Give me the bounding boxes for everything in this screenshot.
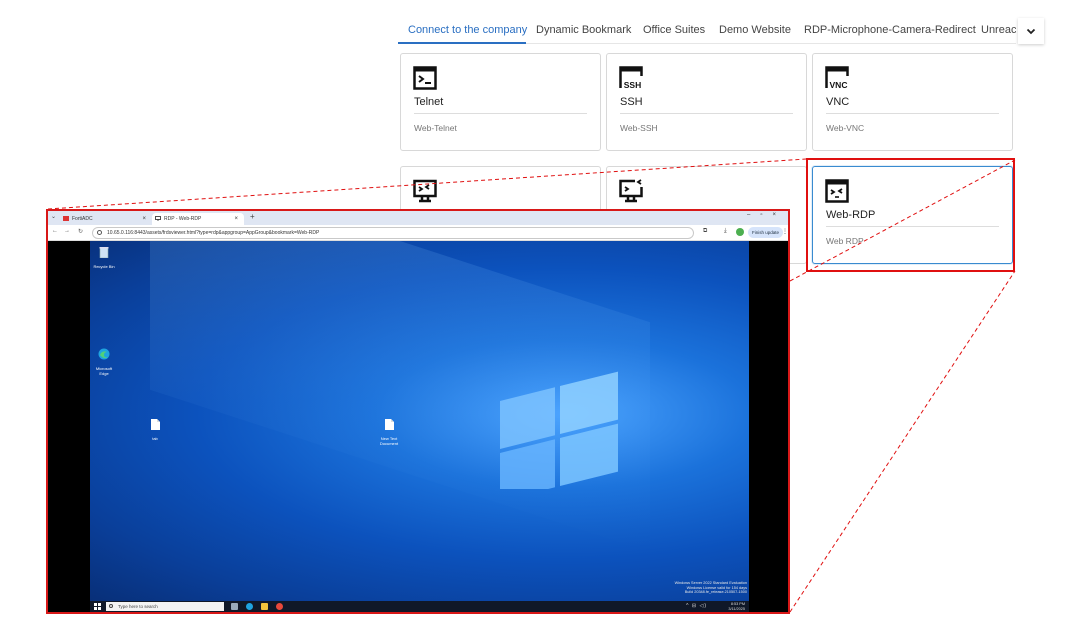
- browser-tab-bar: ⌄ FortiADC × RDP - Web-RDP × + –▫×: [48, 211, 788, 225]
- task-view-icon[interactable]: [231, 603, 238, 610]
- clock-time: 8:53 PM: [730, 602, 745, 606]
- browser-toolbar: ← → ↻ 10.65.0.116:8443/assets/frdsviewer…: [48, 225, 788, 241]
- close-tab-icon[interactable]: ×: [142, 213, 146, 225]
- profile-avatar[interactable]: [736, 228, 744, 236]
- minimize-icon[interactable]: –: [747, 212, 760, 218]
- reload-icon[interactable]: ↻: [78, 228, 83, 235]
- remote-desktop-viewport[interactable]: Recycle Bin Microsoft Edge tab New Text …: [48, 241, 788, 612]
- desktop-icon-edge[interactable]: Microsoft Edge: [91, 347, 117, 376]
- taskbar-edge-icon[interactable]: [246, 603, 253, 610]
- chrome-icon[interactable]: [276, 603, 283, 610]
- card-subtitle: Web-Telnet: [414, 123, 457, 133]
- back-icon[interactable]: ←: [52, 228, 58, 234]
- desktop-icon-new-text-document[interactable]: New Text Document: [376, 417, 402, 446]
- browser-tab-label: FortiADC: [72, 216, 93, 222]
- taskbar-search-placeholder: Type here to search: [118, 604, 158, 609]
- remote-desktop-icon: [619, 179, 643, 203]
- bookmark-tabs: Connect to the company Dynamic Bookmark …: [398, 18, 1016, 44]
- card-divider: [620, 113, 793, 114]
- system-tray-icons[interactable]: ^ ⊟ ◁): [686, 603, 707, 609]
- windows-desktop[interactable]: Recycle Bin Microsoft Edge tab New Text …: [90, 241, 749, 601]
- extensions-icon[interactable]: ⧉: [703, 228, 707, 235]
- address-bar[interactable]: 10.65.0.116:8443/assets/frdsviewer.html?…: [92, 227, 694, 239]
- edge-icon: [98, 348, 110, 360]
- browser-tab-label: RDP - Web-RDP: [164, 216, 202, 222]
- card-subtitle: Web-SSH: [620, 123, 658, 133]
- vnc-icon-text: VNC: [830, 80, 848, 90]
- document-icon: [150, 419, 160, 430]
- selection-highlight: [806, 158, 1015, 272]
- desktop-icon-label: New Text Document: [379, 436, 399, 446]
- file-explorer-icon[interactable]: [261, 603, 268, 610]
- taskbar-clock[interactable]: 8:53 PM 3/11/2025: [728, 602, 745, 611]
- terminal-icon: [413, 66, 437, 90]
- vnc-terminal-icon: VNC: [825, 66, 849, 90]
- clock-date: 3/11/2025: [728, 606, 745, 611]
- desktop-icon-label: Recycle Bin: [93, 264, 115, 269]
- monitor-favicon: [155, 216, 161, 221]
- tab-strip: Connect to the company Dynamic Bookmark …: [398, 18, 1016, 44]
- windows-logo-wallpaper: [500, 371, 618, 489]
- card-divider: [826, 113, 999, 114]
- card-title: SSH: [620, 96, 643, 108]
- browser-tab-fortiadc[interactable]: FortiADC ×: [60, 213, 152, 225]
- desktop-icon-label: Microsoft Edge: [95, 366, 113, 376]
- tab-rdp-microphone-camera-redirect[interactable]: RDP-Microphone-Camera-Redirect: [804, 24, 976, 36]
- desktop-icon-tab[interactable]: tab: [142, 417, 168, 441]
- watermark-line: Build 20348.fe_release.210507-1500: [684, 590, 747, 595]
- desktop-icon-recycle-bin[interactable]: Recycle Bin: [91, 245, 117, 269]
- tab-connect-to-the-company[interactable]: Connect to the company: [408, 24, 527, 36]
- bookmark-card-ssh[interactable]: SSH SSH Web-SSH: [606, 53, 807, 151]
- card-divider: [414, 113, 587, 114]
- site-info-icon[interactable]: [97, 230, 102, 235]
- browser-menu-icon[interactable]: ⋮: [782, 228, 788, 235]
- windows-taskbar: Type here to search ^ ⊟ ◁) 8:53 PM 3/11/…: [90, 601, 749, 612]
- chevron-down-icon: [1026, 28, 1036, 35]
- card-subtitle: Web-VNC: [826, 123, 865, 133]
- card-title: VNC: [826, 96, 850, 108]
- browser-window-screenshot: ⌄ FortiADC × RDP - Web-RDP × + –▫× ← → ↻…: [46, 209, 790, 614]
- desktop-icon-label: tab: [152, 436, 158, 441]
- tab-office-suites[interactable]: Office Suites: [643, 24, 705, 36]
- windows-evaluation-watermark: Windows Server 2022 Standard Evaluation …: [675, 581, 747, 595]
- browser-tab-web-rdp[interactable]: RDP - Web-RDP ×: [152, 213, 244, 225]
- windows-start-icon[interactable]: [94, 603, 101, 610]
- tab-unreachable[interactable]: Unreachable: [981, 24, 1016, 36]
- bookmark-card-vnc[interactable]: VNC VNC Web-VNC: [812, 53, 1013, 151]
- watermark-line: Windows Server 2022 Standard Evaluation: [674, 581, 747, 585]
- url-text: 10.65.0.116:8443/assets/frdsviewer.html?…: [107, 230, 320, 236]
- fortiadc-favicon: [63, 216, 69, 221]
- ssh-icon-text: SSH: [624, 80, 641, 90]
- taskbar-search-box[interactable]: Type here to search: [106, 602, 224, 611]
- active-tab-indicator: [398, 42, 526, 44]
- download-icon[interactable]: ⤓: [724, 228, 727, 235]
- finish-update-button[interactable]: Finish update: [748, 227, 784, 238]
- new-tab-icon[interactable]: +: [250, 212, 255, 221]
- tab-search-icon[interactable]: ⌄: [51, 213, 56, 220]
- tab-dynamic-bookmark[interactable]: Dynamic Bookmark: [536, 24, 631, 36]
- ssh-terminal-icon: SSH: [619, 66, 643, 90]
- tab-demo-website[interactable]: Demo Website: [719, 24, 791, 36]
- bookmark-card-telnet[interactable]: Telnet Web-Telnet: [400, 53, 601, 151]
- document-icon: [384, 419, 394, 430]
- recycle-bin-icon: [99, 247, 109, 259]
- search-icon: [109, 604, 113, 608]
- remote-desktop-icon: [413, 179, 437, 203]
- tabs-more-button[interactable]: [1018, 18, 1044, 44]
- card-title: Telnet: [414, 96, 444, 108]
- close-icon[interactable]: ×: [772, 212, 786, 218]
- restore-icon[interactable]: ▫: [760, 212, 772, 218]
- window-controls: –▫×: [747, 212, 786, 218]
- forward-icon[interactable]: →: [64, 228, 70, 234]
- close-tab-icon[interactable]: ×: [234, 213, 238, 225]
